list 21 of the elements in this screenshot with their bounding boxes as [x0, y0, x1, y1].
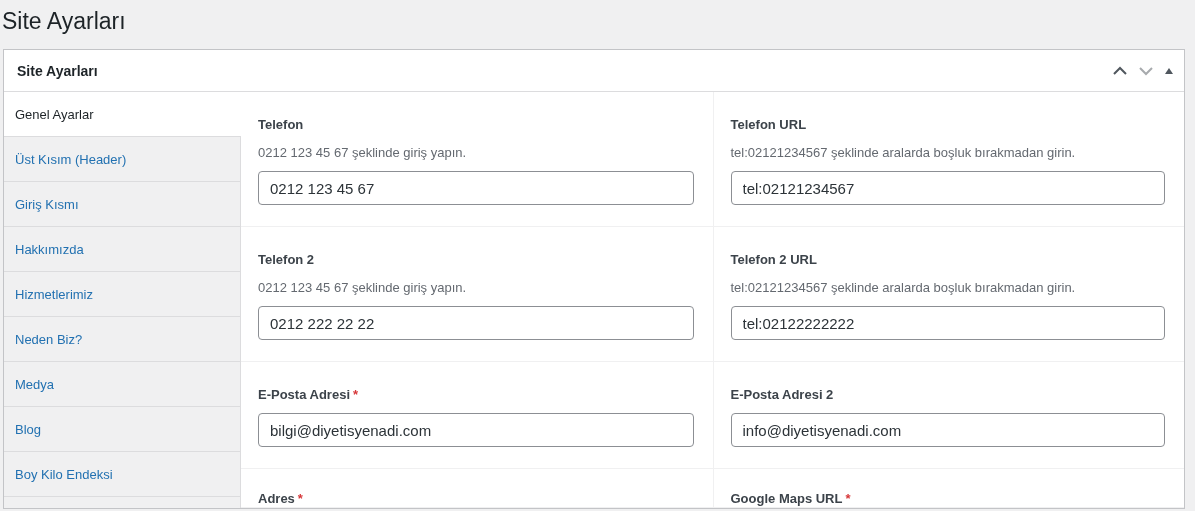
- input-field[interactable]: 0212 123 45 67: [258, 171, 694, 205]
- panel-title: Site Ayarları: [17, 62, 98, 79]
- field-label: Google Maps URL *: [730, 491, 851, 506]
- field-label: Telefon URL: [730, 117, 807, 132]
- field-label: Adres *: [258, 491, 303, 506]
- input-field[interactable]: tel:02122222222: [730, 306, 1165, 340]
- page-title: Site Ayarları: [1, 7, 126, 36]
- field-hint: 0212 123 45 67 şeklinde giriş yapın.: [258, 280, 467, 295]
- field-label: E-Posta Adresi *: [258, 387, 359, 402]
- input-field[interactable]: 0212 222 22 22: [258, 306, 694, 340]
- input-field[interactable]: tel:02121234567: [730, 171, 1165, 205]
- field-hint: 0212 123 45 67 şeklinde giriş yapın.: [258, 145, 467, 160]
- field-label: Telefon 2: [258, 252, 315, 267]
- field-label: Telefon: [258, 117, 304, 132]
- input-field[interactable]: bilgi@diyetisyenadi.com: [258, 413, 694, 447]
- input-field[interactable]: info@diyetisyenadi.com: [730, 413, 1165, 447]
- field-hint: tel:02121234567 şeklinde aralarda boşluk bırakmadan girin.: [730, 280, 1076, 295]
- field-hint: tel:02121234567 şeklinde aralarda boşluk bırakmadan girin.: [730, 145, 1076, 160]
- field-label: Telefon 2 URL: [730, 252, 817, 267]
- field-label: E-Posta Adresi 2: [730, 387, 834, 402]
- sidebar-tab[interactable]: Genel Ayarlar: [4, 92, 241, 137]
